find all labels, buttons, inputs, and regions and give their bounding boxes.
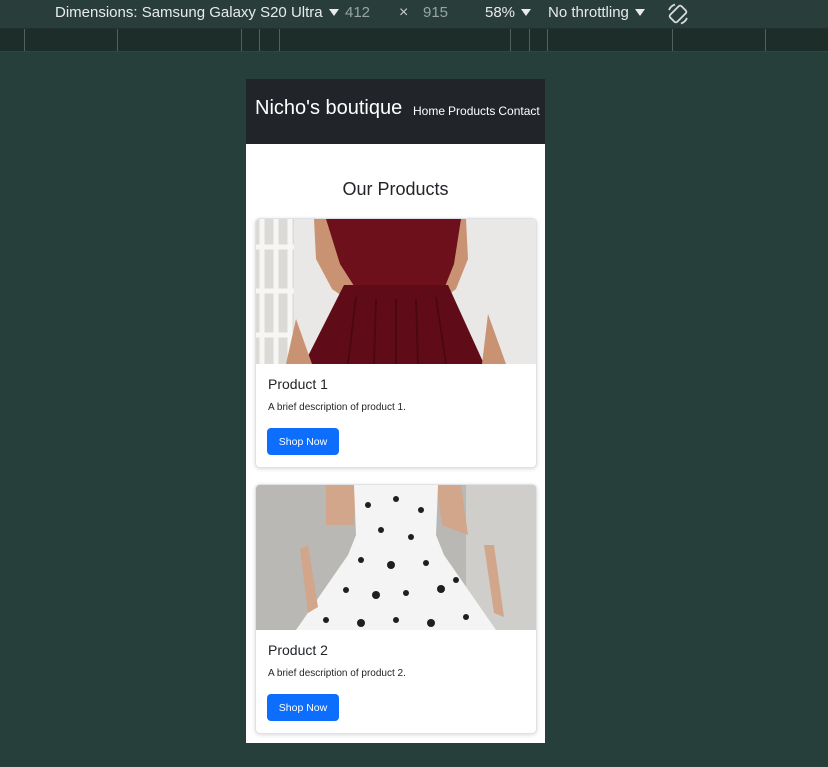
devtools-device-toolbar: Dimensions: Samsung Galaxy S20 Ultra 412… bbox=[0, 0, 828, 29]
product-image bbox=[256, 485, 536, 630]
nav-link-products[interactable]: Products bbox=[448, 104, 495, 118]
nav-links: Home Products Contact bbox=[413, 104, 540, 118]
product-description: A brief description of product 1. bbox=[268, 402, 406, 413]
product-image bbox=[256, 219, 536, 364]
product-card: Product 2 A brief description of product… bbox=[255, 484, 537, 734]
throttling-label: No throttling bbox=[548, 4, 629, 21]
shop-now-button[interactable]: Shop Now bbox=[267, 694, 339, 721]
width-input[interactable]: 412 bbox=[345, 4, 370, 21]
product-title: Product 2 bbox=[268, 642, 328, 658]
chevron-down-icon bbox=[521, 9, 532, 16]
device-viewport: Nicho's boutique Home Products Contact O… bbox=[246, 79, 545, 743]
chevron-down-icon bbox=[328, 9, 339, 16]
media-query-ruler[interactable] bbox=[0, 29, 828, 52]
navbar: Nicho's boutique Home Products Contact bbox=[246, 79, 545, 144]
chevron-down-icon bbox=[634, 9, 645, 16]
zoom-label: 58% bbox=[485, 4, 516, 21]
nav-link-contact[interactable]: Contact bbox=[498, 104, 539, 118]
nav-link-home[interactable]: Home bbox=[413, 104, 445, 118]
shop-now-button[interactable]: Shop Now bbox=[267, 428, 339, 455]
brand-logo[interactable]: Nicho's boutique bbox=[255, 97, 402, 120]
dimensions-dropdown[interactable]: Dimensions: Samsung Galaxy S20 Ultra bbox=[55, 4, 339, 21]
product-description: A brief description of product 2. bbox=[268, 668, 406, 679]
zoom-dropdown[interactable]: 58% bbox=[485, 4, 532, 21]
product-card: Product 1 A brief description of product… bbox=[255, 218, 537, 468]
rotate-icon[interactable] bbox=[665, 1, 691, 27]
product-title: Product 1 bbox=[268, 376, 328, 392]
section-title: Our Products bbox=[342, 179, 449, 199]
times-icon: × bbox=[399, 4, 409, 21]
dimensions-label: Dimensions: Samsung Galaxy S20 Ultra bbox=[55, 4, 323, 21]
throttling-dropdown[interactable]: No throttling bbox=[548, 4, 645, 21]
height-input[interactable]: 915 bbox=[423, 4, 448, 21]
